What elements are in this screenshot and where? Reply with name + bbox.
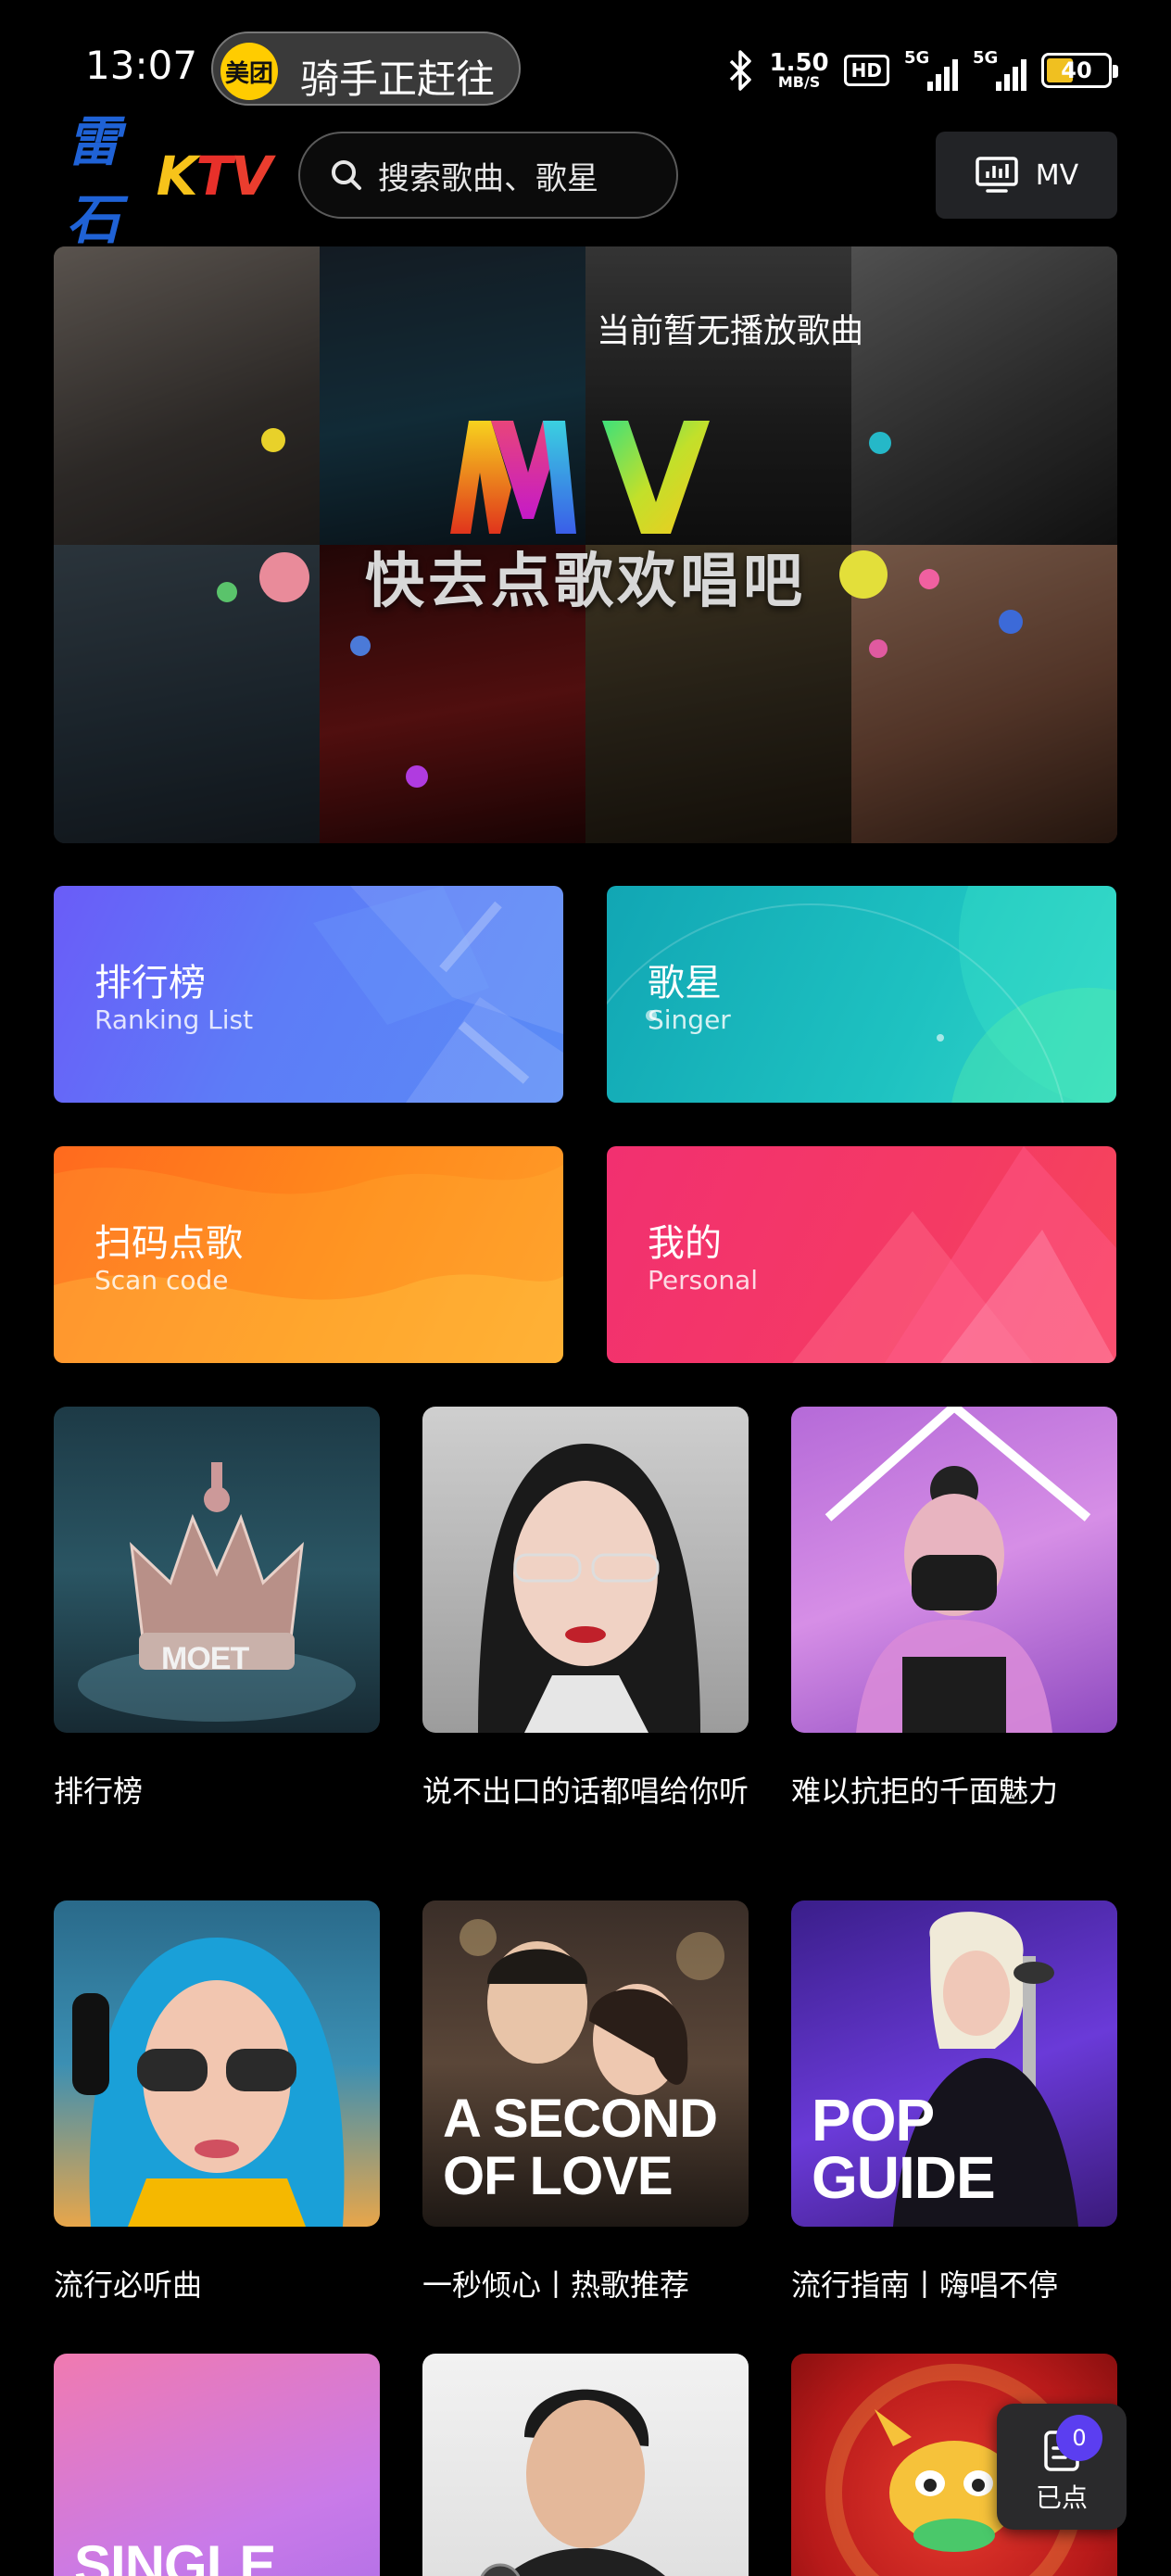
selected-songs-button[interactable]: 0 已点 xyxy=(997,2404,1127,2530)
search-input[interactable]: 搜索歌曲、歌星 xyxy=(298,132,678,219)
banner-call-to-action: 快去点歌欢唱吧 xyxy=(365,548,806,616)
playlist-title: 流行指南丨嗨唱不停 xyxy=(791,2267,1059,2303)
playlist-cover xyxy=(422,1407,749,1733)
category-singer-card[interactable]: 歌星 Singer xyxy=(607,886,1116,1103)
signal-5g-icon: 5G xyxy=(904,48,958,93)
playlist-cover xyxy=(791,1407,1117,1733)
status-icons: 1.50 MB/S HD 5G 5G 40 xyxy=(725,43,1118,98)
cover-text-line1: POP xyxy=(812,2087,935,2153)
mv-button[interactable]: MV xyxy=(936,132,1117,219)
category-subtitle: Personal xyxy=(648,1265,759,1295)
status-time: 13:07 xyxy=(85,43,198,88)
category-title: 扫码点歌 xyxy=(94,1222,243,1265)
app-logo: 雷石 KTV xyxy=(67,110,272,251)
category-title: 排行榜 xyxy=(94,962,206,1004)
playlist-cover xyxy=(54,1900,380,2227)
playlist-title: 流行必听曲 xyxy=(54,2267,203,2303)
decor-dot xyxy=(350,636,371,656)
now-playing-status: 当前暂无播放歌曲 xyxy=(597,312,864,350)
decor-dot xyxy=(869,639,888,658)
live-notification-pill[interactable]: 美团 骑手正赶往 xyxy=(211,32,521,106)
decor-dot xyxy=(869,432,891,454)
network-speed: 1.50 MB/S xyxy=(769,49,829,91)
playlist-title: 说不出口的话都唱给你听 xyxy=(422,1774,749,1809)
category-scan-code-card[interactable]: 扫码点歌 Scan code xyxy=(54,1146,563,1363)
status-bar: 13:07 美团 骑手正赶往 1.50 MB/S HD 5G 5G 40 xyxy=(0,0,1171,130)
search-placeholder: 搜索歌曲、歌星 xyxy=(378,159,598,197)
playlist-cover xyxy=(422,2354,749,2576)
mv-button-label: MV xyxy=(1035,158,1079,192)
monitor-chart-icon xyxy=(976,157,1018,193)
playlist-title: 难以抗拒的千面魅力 xyxy=(791,1774,1059,1809)
playlist-title: 排行榜 xyxy=(54,1774,144,1809)
cover-text-line1: A SECOND xyxy=(443,2089,718,2149)
category-title: 我的 xyxy=(648,1222,722,1265)
category-ranking-card[interactable]: 排行榜 Ranking List xyxy=(54,886,563,1103)
male-singer-image xyxy=(480,2389,665,2576)
crown-image xyxy=(78,1462,356,1722)
cover-text: SINGLE xyxy=(74,2534,276,2576)
category-subtitle: Ranking List xyxy=(94,1004,254,1035)
cover-text-line2: OF LOVE xyxy=(443,2146,674,2206)
selected-songs-label: 已点 xyxy=(1035,2482,1088,2513)
cover-text: MOET xyxy=(161,1641,249,1676)
decor-dot xyxy=(406,765,428,788)
headphone-singer-image xyxy=(72,1938,345,2227)
singer-portrait-image xyxy=(478,1444,700,1733)
cover-text-line2: GUIDE xyxy=(812,2144,996,2211)
hd-voice-icon: HD xyxy=(843,55,889,86)
category-subtitle: Scan code xyxy=(94,1265,229,1295)
decor-dot xyxy=(261,428,285,452)
playlist-cover: POP GUIDE xyxy=(791,1900,1117,2227)
mv-logo-icon xyxy=(450,421,710,534)
category-title: 歌星 xyxy=(648,962,722,1004)
playlist-cover: MOET xyxy=(54,1407,380,1733)
now-playing-banner[interactable]: 当前暂无播放歌曲 快去点歌欢唱吧 xyxy=(54,246,1117,843)
battery-icon: 40 xyxy=(1041,53,1118,88)
category-personal-card[interactable]: 我的 Personal xyxy=(607,1146,1116,1363)
notification-text: 骑手正赶往 xyxy=(300,57,496,102)
selected-count-badge: 0 xyxy=(1056,2415,1102,2461)
meituan-app-icon: 美团 xyxy=(220,43,278,100)
playlist-cover: SINGLE xyxy=(54,2354,380,2576)
playlist-cover: A SECOND OF LOVE xyxy=(422,1900,749,2227)
playlist-title: 一秒倾心丨热歌推荐 xyxy=(422,2267,690,2303)
masked-singer-image xyxy=(825,1407,1091,1733)
search-icon xyxy=(332,160,361,190)
signal-5g-secondary-icon: 5G xyxy=(973,48,1026,93)
category-subtitle: Singer xyxy=(648,1004,731,1035)
bluetooth-icon xyxy=(729,50,751,91)
